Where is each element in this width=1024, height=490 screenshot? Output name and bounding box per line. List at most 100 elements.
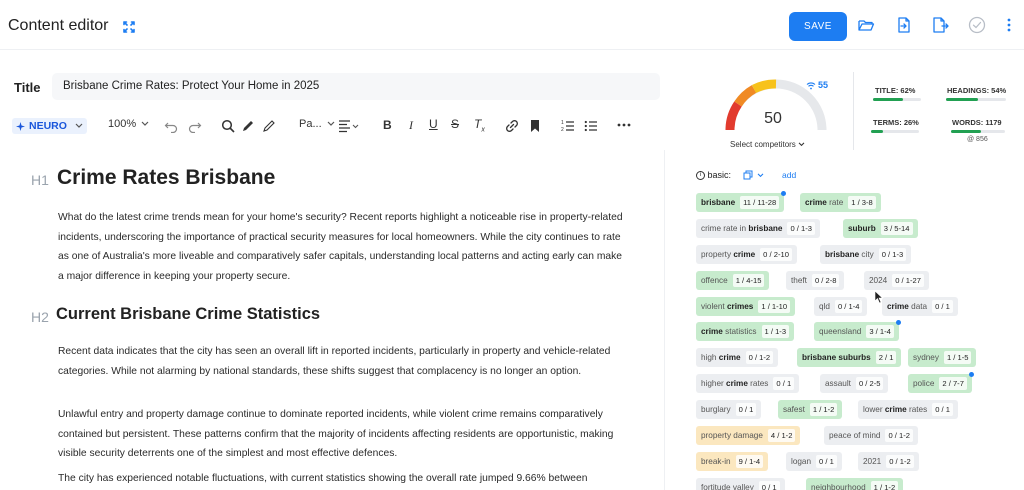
keyword-chip[interactable]: brisbane suburbs 2 / 1 (797, 348, 902, 367)
keyword-count: 0 / 1-2 (885, 429, 913, 442)
keyword-text: brisbane suburbs (802, 353, 871, 362)
keyword-text: police (913, 379, 935, 388)
keyword-chip[interactable]: peace of mind 0 / 1-2 (824, 426, 918, 445)
keyword-text: lower crime rates (863, 405, 928, 414)
redo-icon[interactable] (188, 119, 202, 133)
save-button[interactable]: SAVE (789, 12, 847, 41)
keyword-chip[interactable]: burglary 0 / 1 (696, 400, 762, 419)
keyword-count: 0 / 1-2 (745, 351, 774, 364)
keyword-chip[interactable]: offence 1 / 4-15 (696, 271, 770, 290)
words-stat-label: WORDS: 1179 (952, 118, 1002, 127)
headings-stat-fill (946, 98, 979, 101)
keyword-text: neighbourhood (811, 483, 866, 490)
keyword-chip[interactable]: crime statistics 1 / 1-3 (696, 322, 795, 341)
chevron-down-icon[interactable] (757, 173, 764, 178)
score-value: 50 (764, 110, 782, 127)
editor-content[interactable]: H1 Crime Rates Brisbane What do the late… (0, 150, 665, 490)
clear-format-icon[interactable]: Tx (474, 117, 485, 133)
keyword-chip[interactable]: police 2 / 7-7 (908, 372, 974, 393)
keyword-chip[interactable]: break-in 9 / 1-4 (696, 452, 769, 471)
keyword-count: 0 / 1-27 (892, 274, 924, 287)
keyword-text: brisbane city (825, 250, 874, 259)
add-keyword-link[interactable]: add (782, 170, 796, 180)
keyword-text: 2024 (869, 276, 888, 285)
italic-icon[interactable]: I (409, 118, 413, 133)
keyword-count: 1 / 3-8 (848, 196, 876, 209)
search-icon[interactable] (221, 119, 235, 133)
bullet-list-icon[interactable] (584, 119, 598, 133)
link-icon[interactable] (505, 119, 519, 133)
more-horizontal-icon[interactable] (617, 122, 631, 128)
new-indicator-dot (968, 372, 974, 377)
keyword-chip[interactable]: high crime 0 / 1-2 (696, 348, 779, 367)
keyword-chip[interactable]: theft 0 / 2-8 (786, 271, 845, 290)
paragraph[interactable]: The city has experienced notable fluctua… (58, 469, 630, 489)
keyword-chip[interactable]: 2021 0 / 1-2 (858, 452, 919, 471)
keyword-chip[interactable]: crime rate in brisbane 0 / 1-3 (696, 219, 820, 238)
keyword-chip[interactable]: violent crimes 1 / 1-10 (696, 297, 796, 316)
pen-icon[interactable] (241, 119, 255, 133)
keyword-chip[interactable]: brisbane city 0 / 1-3 (820, 245, 912, 264)
folder-open-icon[interactable] (857, 16, 875, 34)
heading-2[interactable]: Current Brisbane Crime Statistics (56, 305, 320, 324)
keyword-chip[interactable]: suburb 3 / 5-14 (843, 219, 918, 238)
keyword-count: 3 / 1-4 (866, 325, 894, 338)
keyword-count: 0 / 1 (735, 403, 757, 416)
keyword-chip[interactable]: crime data 0 / 1 (882, 297, 958, 316)
document-import-icon[interactable] (895, 16, 913, 34)
paragraph-style-select[interactable]: Pa... (299, 118, 335, 130)
keyword-chip[interactable]: neighbourhood 1 / 1-2 (806, 478, 904, 490)
divider (853, 72, 854, 150)
paragraph-style-value: Pa... (299, 118, 322, 130)
strikethrough-icon[interactable]: S (451, 117, 459, 131)
paragraph[interactable]: What do the latest crime trends mean for… (58, 208, 630, 286)
keyword-chip[interactable]: sydney 1 / 1-5 (908, 348, 977, 367)
keyword-chip[interactable]: queensland 3 / 1-4 (814, 320, 901, 341)
undo-icon[interactable] (164, 119, 178, 133)
keyword-chip[interactable]: assault 0 / 2-5 (820, 374, 889, 393)
keyword-chip[interactable]: property damage 4 / 1-2 (696, 426, 801, 445)
keyword-text: burglary (701, 405, 731, 414)
select-competitors-button[interactable]: Select competitors (730, 140, 805, 149)
zoom-select[interactable]: 100% (108, 118, 149, 130)
competitors-signal: 55 (806, 80, 828, 90)
keyword-chip[interactable]: brisbane 11 / 11-28 (696, 191, 787, 212)
copy-icon[interactable] (743, 170, 753, 180)
keyword-text: qld (819, 302, 830, 311)
keyword-chip[interactable]: higher crime rates 0 / 1 (696, 374, 800, 393)
neuro-button[interactable]: NEURO (12, 118, 87, 134)
paragraph[interactable]: Unlawful entry and property damage conti… (58, 405, 630, 464)
keyword-chip[interactable]: logan 0 / 1 (786, 452, 842, 471)
keyword-count: 0 / 1 (932, 300, 953, 313)
title-stat-bar (873, 98, 921, 101)
keyword-text: high crime (701, 353, 741, 362)
numbered-list-icon[interactable]: 12 (561, 119, 575, 133)
words-stat-bar (951, 130, 1005, 133)
keyword-chip[interactable]: property crime 0 / 2-10 (696, 245, 797, 264)
keyword-count: 3 / 5-14 (880, 222, 913, 235)
keyword-count: 1 / 1-2 (809, 403, 838, 416)
keyword-count: 1 / 1-5 (943, 351, 972, 364)
keyword-chip[interactable]: 2024 0 / 1-27 (864, 271, 929, 290)
highlighter-icon[interactable] (262, 119, 276, 133)
align-left-icon[interactable] (338, 119, 360, 133)
bookmark-icon[interactable] (529, 119, 541, 133)
keyword-chip[interactable]: lower crime rates 0 / 1 (858, 400, 958, 419)
chevron-down-icon (798, 142, 805, 147)
underline-icon[interactable]: U (429, 117, 438, 131)
keyword-chip[interactable]: qld 0 / 1-4 (814, 297, 868, 316)
bold-icon[interactable]: B (383, 118, 392, 132)
keyword-chip[interactable]: safest 1 / 1-2 (778, 400, 843, 419)
zoom-value: 100% (108, 118, 137, 130)
title-input[interactable]: Brisbane Crime Rates: Protect Your Home … (52, 73, 660, 100)
check-circle-icon[interactable] (968, 16, 986, 34)
keyword-chip[interactable]: crime rate 1 / 3-8 (800, 193, 881, 212)
keyword-chip[interactable]: fortitude valley 0 / 1 (696, 478, 785, 490)
expand-icon[interactable] (122, 20, 136, 34)
more-vertical-icon[interactable] (1000, 16, 1018, 34)
document-export-icon[interactable] (931, 16, 949, 34)
heading-1[interactable]: Crime Rates Brisbane (57, 166, 275, 190)
keyword-text: violent crimes (701, 302, 754, 311)
sparkle-icon (16, 121, 25, 131)
paragraph[interactable]: Recent data indicates that the city has … (58, 342, 630, 381)
